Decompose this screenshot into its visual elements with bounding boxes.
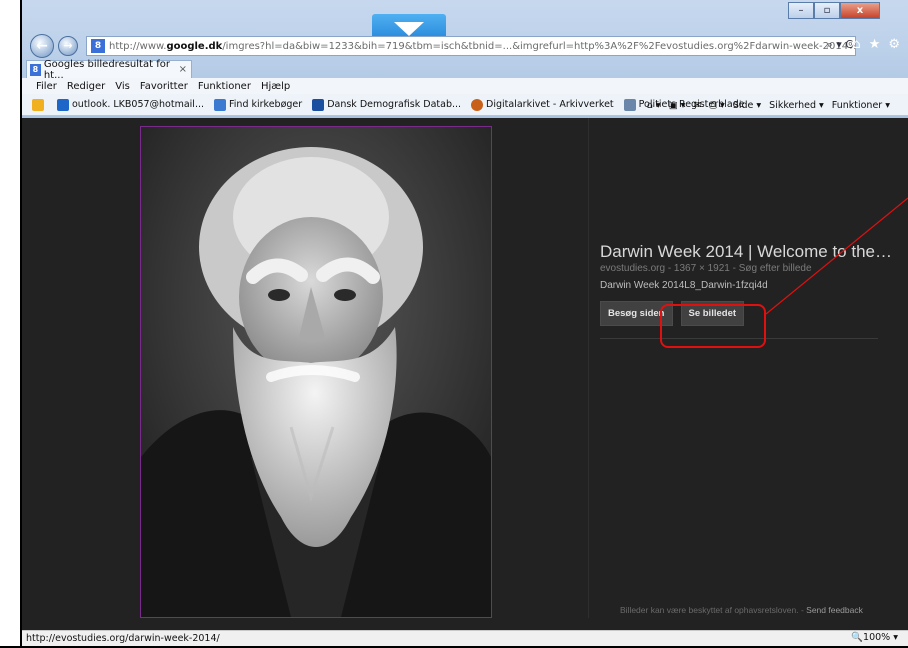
- police-icon: [623, 98, 636, 111]
- darwin-portrait-image[interactable]: [140, 126, 492, 618]
- tab-row: 8 Googles billedresultat for ht... ×: [26, 59, 896, 81]
- favorite-digitalarkivet[interactable]: Digitalarkivet - Arkivverket: [471, 98, 614, 111]
- zoom-control[interactable]: 🔍100% ▾: [851, 632, 898, 643]
- forward-button[interactable]: →: [58, 36, 78, 56]
- favorite-ddd[interactable]: Dansk Demografisk Datab...: [312, 98, 461, 111]
- copyright-text: Billeder kan være beskyttet af ophavsret…: [620, 605, 799, 615]
- menu-bar: Filer Rediger Vis Favoritter Funktioner …: [22, 78, 908, 94]
- crown-icon: [214, 98, 227, 111]
- minimize-button[interactable]: –: [788, 2, 814, 19]
- image-meta: evostudies.org - 1367 × 1921 - Søg efter…: [600, 263, 812, 274]
- outlook-icon: [57, 98, 69, 111]
- favorites-bar: outlook. LKB057@hotmail... Find kirkebøg…: [22, 94, 908, 116]
- archive-icon: [471, 98, 484, 111]
- browser-chrome: – ▫ x ← → 8 http://www.google.dk/imgres?…: [22, 0, 908, 118]
- gear-icon[interactable]: ⚙: [888, 37, 900, 52]
- tab-close-icon[interactable]: ×: [179, 64, 187, 75]
- navigation-row: ← → 8 http://www.google.dk/imgres?hl=da&…: [30, 34, 900, 58]
- maximize-button[interactable]: ▫: [814, 2, 840, 19]
- feeds-icon[interactable]: ▣ ▾: [669, 100, 686, 111]
- back-button[interactable]: ←: [30, 34, 54, 58]
- toolbar-right-icons: ⌂ ★ ⚙: [852, 37, 900, 52]
- print-icon[interactable]: ⎙ ▾: [709, 100, 724, 111]
- menu-view[interactable]: Vis: [115, 81, 130, 92]
- favorite-outlook[interactable]: outlook. LKB057@hotmail...: [57, 98, 204, 111]
- panel-divider: [588, 118, 589, 618]
- portrait-illustration: [141, 127, 491, 617]
- status-bar: http://evostudies.org/darwin-week-2014/ …: [22, 630, 908, 646]
- image-description: Darwin Week 2014L8_Darwin-1fzqi4d: [600, 280, 768, 291]
- tools-menu[interactable]: Funktioner ▾: [832, 100, 890, 111]
- safety-menu[interactable]: Sikkerhed ▾: [769, 100, 824, 111]
- menu-favorites[interactable]: Favoritter: [140, 81, 188, 92]
- tab-favicon-icon: 8: [30, 63, 41, 76]
- google-favicon-icon: 8: [91, 39, 105, 53]
- ddd-icon: [312, 98, 325, 111]
- command-bar: ⌂ ▾ ▣ ▾ ✉ ⎙ ▾ Side ▾ Sikkerhed ▾ Funktio…: [647, 94, 890, 115]
- menu-help[interactable]: Hjælp: [261, 81, 290, 92]
- favorites-star-icon[interactable]: [32, 98, 47, 111]
- favorite-kirkeboger[interactable]: Find kirkebøger: [214, 98, 302, 111]
- close-window-button[interactable]: x: [840, 2, 880, 19]
- menu-file[interactable]: Filer: [36, 81, 57, 92]
- image-title[interactable]: Darwin Week 2014 | Welcome to the…: [600, 242, 900, 262]
- search-refresh-icon[interactable]: ⌕ ▾ C: [827, 38, 853, 52]
- window-controls: – ▫ x: [788, 2, 880, 19]
- send-feedback-link[interactable]: Send feedback: [806, 605, 863, 615]
- favorites-star-icon[interactable]: ★: [869, 37, 881, 52]
- home-menu-icon[interactable]: ⌂ ▾: [647, 100, 661, 111]
- page-menu[interactable]: Side ▾: [733, 100, 761, 111]
- image-viewer: Darwin Week 2014 | Welcome to the… evost…: [22, 118, 908, 630]
- menu-tools[interactable]: Funktioner: [198, 81, 251, 92]
- mail-icon[interactable]: ✉: [693, 100, 701, 111]
- address-bar[interactable]: 8 http://www.google.dk/imgres?hl=da&biw=…: [86, 36, 856, 56]
- menu-edit[interactable]: Rediger: [67, 81, 105, 92]
- tab-google-images[interactable]: 8 Googles billedresultat for ht... ×: [26, 59, 192, 81]
- address-url[interactable]: http://www.google.dk/imgres?hl=da&biw=12…: [109, 41, 855, 52]
- status-url: http://evostudies.org/darwin-week-2014/: [26, 633, 220, 644]
- annotation-highlight-box: [660, 304, 766, 348]
- home-icon[interactable]: ⌂: [852, 37, 860, 52]
- copyright-notice: Billeder kan være beskyttet af ophavsret…: [620, 605, 863, 615]
